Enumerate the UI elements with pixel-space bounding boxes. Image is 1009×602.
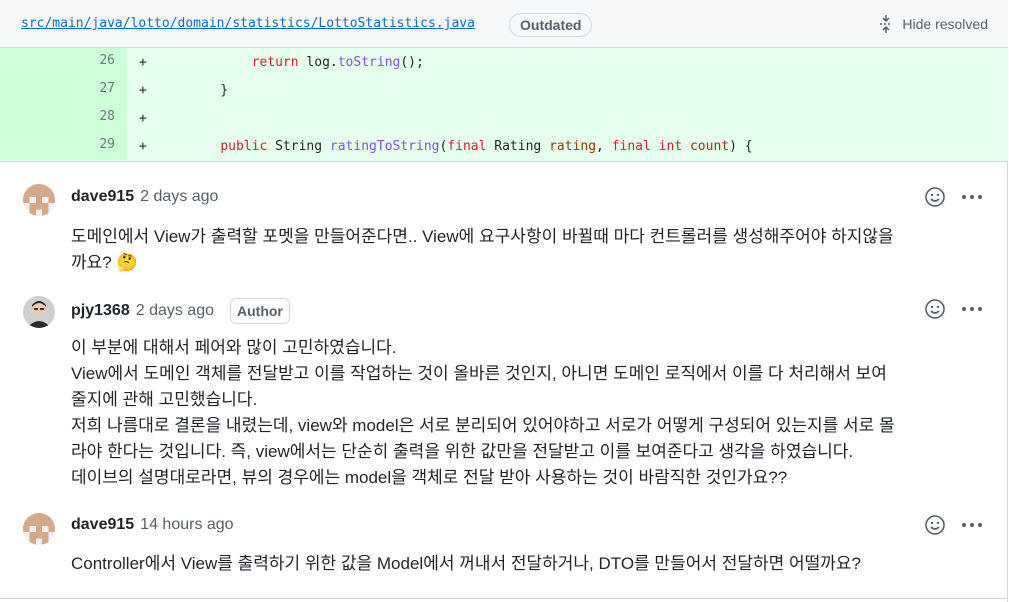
code-line: } [189,83,229,98]
comment-line: 까요? 🤔 [71,253,138,272]
avatar[interactable] [23,296,55,328]
diff-sign: + [139,139,147,154]
hide-resolved-label: Hide resolved [902,16,988,32]
comment-options-button[interactable] [960,298,984,320]
comment-timestamp[interactable]: 2 days ago [136,302,214,320]
line-number[interactable]: 26 [0,48,127,76]
line-number[interactable]: 27 [0,76,127,104]
author-badge: Author [230,298,290,324]
code-line: public String ratingToString(final Ratin… [220,139,753,154]
comment-header: pjy1368 2 days ago Author [71,298,290,324]
comment-timestamp[interactable]: 14 hours ago [140,516,233,534]
review-comment: pjy1368 2 days ago Author 이 부분에 대해서 페어와 … [0,282,1008,510]
comment-header: dave915 14 hours ago [71,516,234,534]
comment-line: 도메인에서 View가 출력할 포멧을 만들어준다면.. View에 요구사항이… [71,227,894,246]
smiley-icon [925,515,945,535]
add-reaction-button[interactable] [924,514,946,536]
identicon-avatar-icon [23,184,55,216]
avatar[interactable] [23,513,55,545]
diff-row: 26 + return log.toString(); [0,48,1008,76]
comment-line: 이 부분에 대해서 페어와 많이 고민하였습니다. [71,338,397,357]
code-line: return log.toString(); [251,55,424,70]
diff-sign: + [139,111,147,126]
review-comment: dave915 2 days ago 도메인에서 View가 출력할 포멧을 만… [0,162,1008,282]
hide-resolved-button[interactable]: Hide resolved [878,14,988,34]
comment-options-button[interactable] [960,186,984,208]
comment-body: 이 부분에 대해서 페어와 많이 고민하였습니다. View에서 도메인 객체를… [71,335,986,491]
comment-author[interactable]: pjy1368 [71,302,130,320]
diff-row: 29 + public String ratingToString(final … [0,132,1008,160]
kebab-horizontal-icon [962,195,982,199]
file-path-link[interactable]: src/main/java/lotto/domain/statistics/Lo… [21,16,475,31]
comment-header: dave915 2 days ago [71,188,218,206]
diff-sign: + [139,55,147,70]
comment-line: 라야 한다는 것입니다. 즉, view에서는 단순히 출력을 위한 값만을 전… [71,442,854,461]
user-photo-icon [23,296,55,328]
add-reaction-button[interactable] [924,186,946,208]
outdated-badge: Outdated [509,13,593,37]
line-number[interactable]: 28 [0,104,127,132]
review-thread: src/main/java/lotto/domain/statistics/Lo… [0,0,1008,602]
comment-line: 줄지에 관해 고민했습니다. [71,390,258,409]
comment-line: Controller에서 View를 출력하기 위한 값을 Model에서 꺼내… [71,554,862,573]
avatar[interactable] [23,184,55,216]
diff-hunk: 26 + return log.toString(); 27 + } 28 + … [0,48,1008,162]
comment-body: 도메인에서 View가 출력할 포멧을 만들어준다면.. View에 요구사항이… [71,224,986,276]
smiley-icon [925,299,945,319]
comment-line: 데이브의 설명대로라면, 뷰의 경우에는 model을 객체로 전달 받아 사용… [71,468,788,487]
kebab-horizontal-icon [962,307,982,311]
diff-row: 27 + } [0,76,1008,104]
identicon-avatar-icon [23,513,55,545]
comment-line: 저희 나름대로 결론을 내렸는데, view와 model은 서로 분리되어 있… [71,416,895,435]
comment-timestamp[interactable]: 2 days ago [140,188,218,206]
diff-sign: + [139,83,147,98]
file-header: src/main/java/lotto/domain/statistics/Lo… [0,0,1008,48]
thread-divider [0,598,1008,599]
unfold-icon [880,15,893,33]
comment-body: Controller에서 View를 출력하기 위한 값을 Model에서 꺼내… [71,551,986,577]
smiley-icon [925,187,945,207]
add-reaction-button[interactable] [924,298,946,320]
kebab-horizontal-icon [962,523,982,527]
comment-author[interactable]: dave915 [71,188,134,206]
comment-author[interactable]: dave915 [71,516,134,534]
diff-row: 28 + [0,104,1008,132]
review-comment: dave915 14 hours ago Controller에서 View를 … [0,498,1008,598]
comment-line: View에서 도메인 객체를 전달받고 이를 작업하는 것이 올바른 것인지, … [71,364,887,383]
line-number[interactable]: 29 [0,132,127,160]
comment-options-button[interactable] [960,514,984,536]
